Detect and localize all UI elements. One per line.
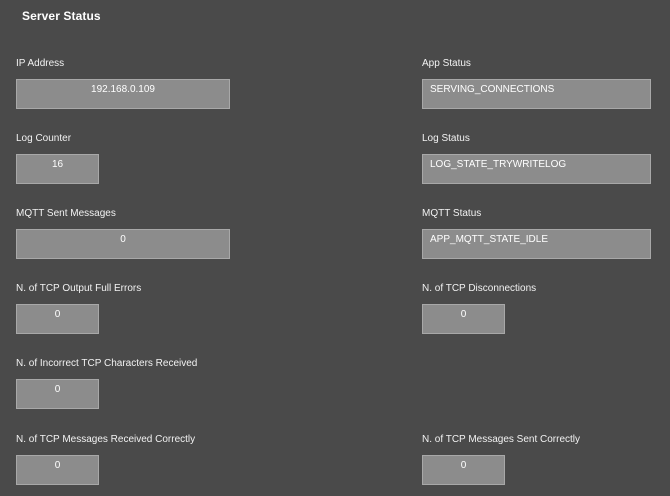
mqtt-status-field: APP_MQTT_STATE_IDLE [422,229,651,259]
tcp-msgs-received-label: N. of TCP Messages Received Correctly [16,434,196,445]
page-title: Server Status [22,9,101,23]
ip-address-label: IP Address [16,58,65,69]
ip-address-field: 192.168.0.109 [16,79,230,109]
app-status-label: App Status [422,58,471,69]
log-counter-field: 16 [16,154,99,184]
mqtt-sent-field: 0 [16,229,230,259]
tcp-incorrect-chars-label: N. of Incorrect TCP Characters Received [16,358,198,369]
tcp-msgs-received-field: 0 [16,455,99,485]
tcp-output-full-errors-field: 0 [16,304,99,334]
tcp-incorrect-chars-field: 0 [16,379,99,409]
tcp-disconnections-field: 0 [422,304,505,334]
tcp-output-full-errors-label: N. of TCP Output Full Errors [16,283,142,294]
mqtt-sent-label: MQTT Sent Messages [16,208,116,219]
log-counter-label: Log Counter [16,133,72,144]
tcp-disconnections-label: N. of TCP Disconnections [422,283,537,294]
mqtt-status-label: MQTT Status [422,208,482,219]
app-status-field: SERVING_CONNECTIONS [422,79,651,109]
tcp-msgs-sent-field: 0 [422,455,505,485]
tcp-msgs-sent-label: N. of TCP Messages Sent Correctly [422,434,581,445]
log-status-field: LOG_STATE_TRYWRITELOG [422,154,651,184]
log-status-label: Log Status [422,133,470,144]
